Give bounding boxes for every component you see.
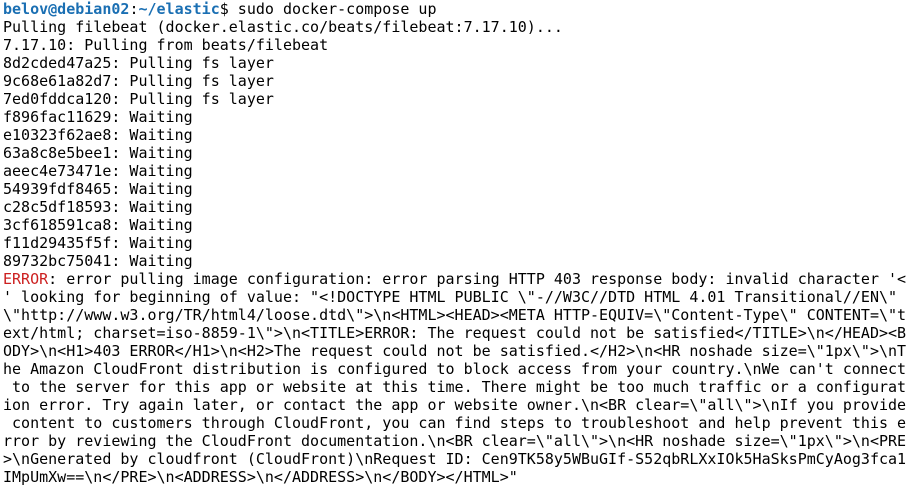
- error-detail-line: content to customers through CloudFront,…: [3, 414, 907, 432]
- error-line: ERROR: error pulling image configuration…: [3, 270, 909, 288]
- prompt-symbol: $: [219, 0, 229, 18]
- output-line: f896fac11629: Waiting: [3, 108, 193, 126]
- error-detail-line: \"http://www.w3.org/TR/html4/loose.dtd\"…: [3, 306, 907, 324]
- output-line: 3cf618591ca8: Waiting: [3, 216, 193, 234]
- error-message: : error pulling image configuration: err…: [48, 270, 907, 288]
- prompt-user-host: belov@debian02: [3, 0, 130, 18]
- command-text: sudo docker-compose up: [228, 0, 437, 18]
- error-detail-line: ' looking for beginning of value: "<!DOC…: [3, 288, 898, 306]
- prompt-path: ~/elastic: [138, 0, 220, 18]
- error-detail-line: IMpUmXw==\n</PRE>\n<ADDRESS>\n</ADDRESS>…: [3, 468, 518, 486]
- error-detail-line: >\nGenerated by cloudfront (CloudFront)\…: [3, 450, 907, 468]
- error-detail-line: ion error. Try again later, or contact t…: [3, 396, 907, 414]
- error-detail-line: to the server for this app or website at…: [3, 378, 907, 396]
- output-line: 89732bc75041: Waiting: [3, 252, 193, 270]
- error-detail-line: he Amazon CloudFront distribution is con…: [3, 360, 907, 378]
- output-line: e10323f62ae8: Waiting: [3, 126, 193, 144]
- output-line: 54939fdf8465: Waiting: [3, 180, 193, 198]
- output-line: aeec4e73471e: Waiting: [3, 162, 193, 180]
- output-line: f11d29435f5f: Waiting: [3, 234, 193, 252]
- prompt-line: belov@debian02:~/elastic$ sudo docker-co…: [3, 0, 909, 18]
- error-detail-line: rror by reviewing the CloudFront documen…: [3, 432, 907, 450]
- terminal-window[interactable]: belov@debian02:~/elastic$ sudo docker-co…: [0, 0, 909, 490]
- output-line: 8d2cded47a25: Pulling fs layer: [3, 54, 274, 72]
- output-line: Pulling filebeat (docker.elastic.co/beat…: [3, 18, 563, 36]
- error-detail-line: ODY>\n<H1>403 ERROR</H1>\n<H2>The reques…: [3, 342, 907, 360]
- text-cursor: [238, 486, 245, 490]
- output-line: 7.17.10: Pulling from beats/filebeat: [3, 36, 329, 54]
- output-line: 7ed0fddca120: Pulling fs layer: [3, 90, 274, 108]
- error-label: ERROR: [3, 270, 49, 288]
- output-line: 63a8c8e5bee1: Waiting: [3, 144, 193, 162]
- output-line: c28c5df18593: Waiting: [3, 198, 193, 216]
- output-line: 9c68e61a82d7: Pulling fs layer: [3, 72, 274, 90]
- error-detail-line: ext/html; charset=iso-8859-1\">\n<TITLE>…: [3, 324, 907, 342]
